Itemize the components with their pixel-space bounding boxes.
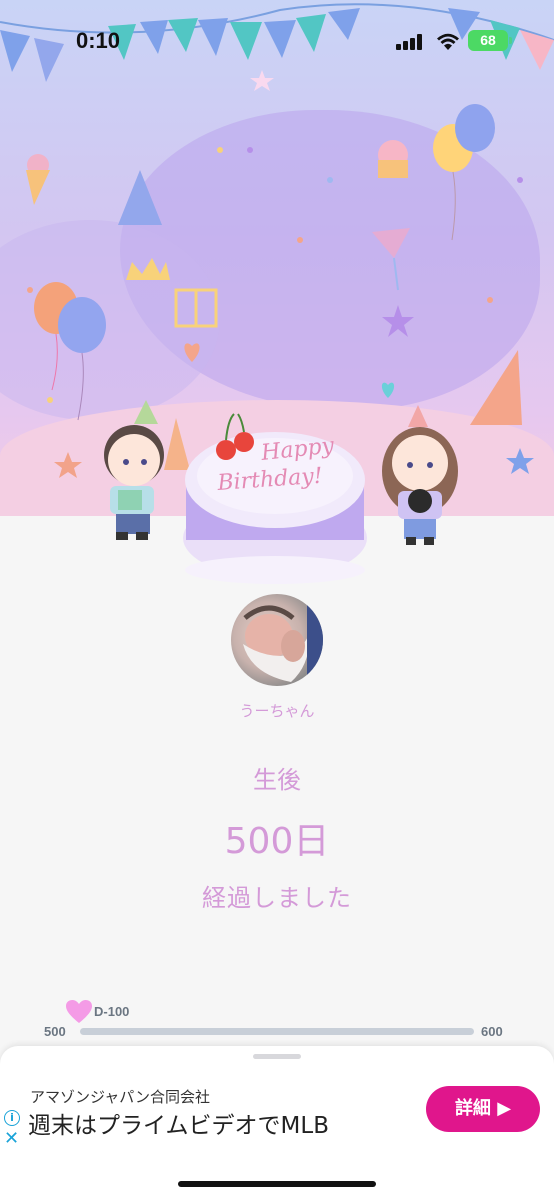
ad-close-icon[interactable]: ✕ [4, 1130, 19, 1148]
ad-info-icon[interactable]: i [4, 1110, 20, 1126]
birthday-cake-illustration: Happy Birthday! [183, 413, 367, 584]
ad-headline[interactable]: 週末はプライムビデオでMLB [28, 1106, 329, 1140]
milestone-progress-track [80, 1028, 474, 1035]
baby-avatar[interactable] [231, 594, 323, 686]
baby-photo [243, 594, 323, 686]
status-bar: 0:10 68 [0, 0, 554, 84]
battery-level: 68 [480, 32, 496, 48]
age-label-suffix: 経過しました [202, 884, 352, 912]
milestone-label: D-100 [94, 1004, 130, 1019]
battery-icon: 68 [468, 30, 508, 51]
girl-illustration [382, 405, 458, 545]
battery-tip [509, 37, 512, 44]
progress-max-label: 600 [481, 1024, 503, 1039]
ad-advertiser: アマゾンジャパン合同会社 [30, 1088, 211, 1106]
cellular-signal-icon [396, 34, 424, 50]
progress-min-label: 500 [44, 1024, 66, 1039]
sheet-grabber-handle[interactable] [253, 1054, 301, 1059]
home-indicator[interactable] [178, 1181, 376, 1187]
wifi-icon [437, 33, 459, 50]
baby-name: うーちゃん [239, 702, 315, 720]
ad-details-button[interactable]: 詳細 ▶ [426, 1086, 540, 1132]
days-count: 500日 [224, 821, 330, 862]
heart-marker-icon [66, 1000, 92, 1023]
status-time: 0:10 [76, 28, 121, 53]
age-label-prefix: 生後 [253, 766, 301, 794]
